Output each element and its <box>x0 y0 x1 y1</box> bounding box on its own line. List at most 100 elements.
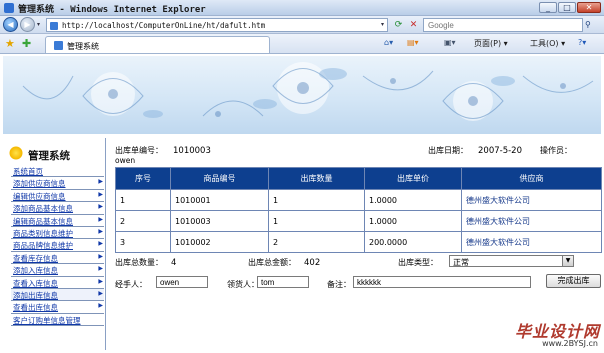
address-dropdown-icon[interactable]: ▾ <box>381 21 384 28</box>
search-icon[interactable]: ⚲ <box>585 19 597 31</box>
address-text: http://localhost/ComputerOnLine/ht/daful… <box>62 21 266 30</box>
sidebar: 管理系统 系统首页 添加供应商信息 ▶ 编辑供应商信息 ▶ 添加商品基本信息 ▶ 编辑… <box>3 138 106 350</box>
browser-tab[interactable]: 管理系统 <box>45 36 270 53</box>
order-number: 出库单编号： 1010003 <box>115 145 211 156</box>
sidebar-menu: 系统首页 添加供应商信息 ▶ 编辑供应商信息 ▶ 添加商品基本信息 ▶ 编辑商品基本信… <box>11 165 104 327</box>
address-bar[interactable]: http://localhost/ComputerOnLine/ht/daful… <box>46 18 388 32</box>
order-number-value: 1010003 <box>173 146 211 156</box>
arrow-right-icon: ▶ <box>98 203 103 211</box>
add-favorite-icon[interactable]: ✚ <box>22 37 31 50</box>
sidebar-item-label: 添加出库信息 <box>13 290 58 300</box>
operator-value: owen <box>115 156 136 165</box>
back-button[interactable]: ◀ <box>3 17 18 32</box>
cell-index: 1 <box>115 189 171 211</box>
handler-field[interactable] <box>156 276 208 288</box>
cell-index: 2 <box>115 210 171 232</box>
total-quantity: 出库总数量： 4 <box>115 257 176 268</box>
outbound-type-select[interactable]: 正常 ▼ <box>449 255 574 267</box>
feed-icon[interactable]: ▤▾ <box>407 38 419 47</box>
total-amount-value: 402 <box>304 258 321 268</box>
sidebar-item-stock[interactable]: 查看库存信息 ▶ <box>11 252 104 265</box>
arrow-right-icon: ▶ <box>98 277 103 285</box>
maximize-button[interactable]: □ <box>558 2 576 13</box>
favorites-star-icon[interactable]: ★ <box>5 37 15 50</box>
tab-page-icon <box>54 41 63 50</box>
sidebar-item-label: 系统首页 <box>13 167 43 176</box>
search-input[interactable] <box>424 19 564 31</box>
sidebar-item-label: 编辑供应商信息 <box>13 191 66 201</box>
sidebar-item-home[interactable]: 系统首页 <box>11 165 104 178</box>
home-icon[interactable]: ⌂▾ <box>384 38 393 47</box>
table-row: 1 1010001 1 1.0000 德州盛大软件公司 <box>115 189 602 211</box>
cell-unit-price: 1.0000 <box>364 210 462 232</box>
watermark-url-text: www.2BYSJ.cn <box>542 339 598 348</box>
arrow-right-icon: ▶ <box>98 252 103 260</box>
forward-button[interactable]: ▶ <box>20 17 35 32</box>
window-title: 管理系统 - Windows Internet Explorer <box>18 5 206 15</box>
column-header: 出库数量 <box>268 167 365 190</box>
column-header: 序号 <box>115 167 171 190</box>
refresh-icon[interactable]: ⟳ <box>392 19 405 31</box>
cell-supplier: 德州盛大软件公司 <box>461 189 602 211</box>
tools-menu[interactable]: 工具(O) ▾ <box>530 38 565 49</box>
page-icon <box>50 22 58 30</box>
cell-product-code: 1010002 <box>170 231 269 253</box>
page-menu[interactable]: 页面(P) ▾ <box>474 38 508 49</box>
sidebar-item-view-outbound[interactable]: 查看出库信息 ▶ <box>11 301 104 314</box>
arrow-right-icon: ▶ <box>98 302 103 310</box>
finish-outbound-button[interactable]: 完成出库 <box>546 274 601 288</box>
sidebar-item-brand[interactable]: 商品品牌信息维护 ▶ <box>11 239 104 252</box>
operator-label: 操作员： <box>540 146 572 155</box>
sidebar-header: 管理系统 <box>3 143 106 165</box>
remark-field[interactable] <box>353 276 531 288</box>
cell-supplier: 德州盛大软件公司 <box>461 231 602 253</box>
column-header: 供应商 <box>461 167 602 190</box>
total-amount: 出库总金额： 402 <box>248 257 320 268</box>
sidebar-item-label: 添加商品基本信息 <box>13 204 73 214</box>
cell-index: 3 <box>115 231 171 253</box>
tab-title: 管理系统 <box>67 42 99 51</box>
table-header-row: 序号 商品编号 出库数量 出库单价 供应商 <box>115 167 602 190</box>
arrow-right-icon: ▶ <box>98 289 103 297</box>
sidebar-item-edit-supplier[interactable]: 编辑供应商信息 ▶ <box>11 190 104 203</box>
sidebar-item-add-outbound[interactable]: 添加出库信息 ▶ <box>11 288 104 302</box>
cell-unit-price: 1.0000 <box>364 189 462 211</box>
outbound-date-label: 出库日期： <box>428 146 468 155</box>
column-header: 商品编号 <box>170 167 269 190</box>
sidebar-item-label: 查看库存信息 <box>13 253 58 263</box>
sidebar-item-label: 编辑商品基本信息 <box>13 216 73 226</box>
total-quantity-value: 4 <box>171 258 177 268</box>
arrow-right-icon: ▶ <box>98 265 103 273</box>
responsible-field[interactable] <box>257 276 309 288</box>
minimize-button[interactable]: _ <box>539 2 557 13</box>
sidebar-item-customer-orders[interactable]: 客户订购单信息管理 <box>11 314 104 327</box>
arrow-right-icon: ▶ <box>98 240 103 248</box>
sidebar-item-label: 查看出库信息 <box>13 303 58 313</box>
sun-icon <box>8 145 24 161</box>
chevron-down-icon[interactable]: ▼ <box>562 256 573 266</box>
arrow-right-icon: ▶ <box>98 190 103 198</box>
total-amount-label: 出库总金额： <box>248 258 296 267</box>
total-quantity-label: 出库总数量： <box>115 258 163 267</box>
sidebar-item-label: 商品品牌信息维护 <box>13 241 73 251</box>
sidebar-item-add-product[interactable]: 添加商品基本信息 ▶ <box>11 202 104 215</box>
stop-icon[interactable]: ✕ <box>407 19 420 31</box>
cell-quantity: 1 <box>268 189 365 211</box>
table-row: 2 1010003 1 1.0000 德州盛大软件公司 <box>115 210 602 232</box>
sidebar-item-edit-product[interactable]: 编辑商品基本信息 ▶ <box>11 215 104 227</box>
sidebar-item-category[interactable]: 商品类别信息维护 ▶ <box>11 227 104 240</box>
sidebar-item-add-inbound[interactable]: 添加入库信息 ▶ <box>11 264 104 277</box>
sidebar-item-view-inbound[interactable]: 查看入库信息 ▶ <box>11 277 104 289</box>
print-icon[interactable]: ▣▾ <box>444 38 456 47</box>
address-toolbar: ◀ ▶ ▾ http://localhost/ComputerOnLine/ht… <box>0 16 604 34</box>
search-box[interactable] <box>423 18 583 32</box>
order-number-label: 出库单编号： <box>115 146 163 155</box>
history-dropdown-icon[interactable]: ▾ <box>37 21 40 28</box>
help-icon[interactable]: ?▾ <box>578 38 586 47</box>
close-button[interactable]: ✕ <box>577 2 601 13</box>
outbound-type-value: 正常 <box>453 258 469 267</box>
operator: 操作员： <box>540 145 572 156</box>
sidebar-item-add-supplier[interactable]: 添加供应商信息 ▶ <box>11 177 104 190</box>
cell-product-code: 1010001 <box>170 189 269 211</box>
cell-quantity: 1 <box>268 210 365 232</box>
